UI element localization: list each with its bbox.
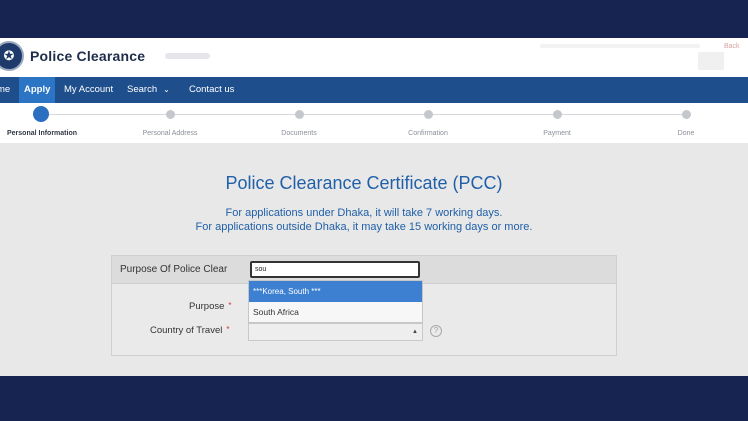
blurred-text: [165, 53, 210, 59]
step-dot-payment: [553, 110, 562, 119]
step-dot-confirmation: [424, 110, 433, 119]
step-dot-done: [682, 110, 691, 119]
country-dropdown-list: ***Korea, South *** South Africa: [248, 280, 423, 323]
step-dot-personal-address: [166, 110, 175, 119]
country-label: Country of Travel *: [150, 325, 229, 336]
step-label-payment: Payment: [543, 130, 571, 137]
steps-connector: [40, 114, 690, 115]
chevron-down-icon: ⌄: [163, 85, 170, 94]
nav-search-label: Search: [127, 84, 158, 95]
panel-title: Purpose Of Police Clear: [120, 264, 228, 275]
step-label-personal-information: Personal Information: [6, 130, 78, 137]
step-label-confirmation: Confirmation: [408, 130, 448, 137]
nav-apply[interactable]: Apply: [19, 77, 56, 103]
nav-home[interactable]: me: [0, 77, 10, 103]
police-logo-icon[interactable]: ✪: [0, 41, 24, 71]
back-link[interactable]: Back: [724, 43, 740, 50]
country-of-travel-select[interactable]: ▲: [248, 323, 423, 341]
site-title[interactable]: Police Clearance: [30, 48, 145, 64]
nav-search[interactable]: Search ⌄: [127, 77, 170, 103]
question-icon[interactable]: ?: [430, 325, 442, 337]
country-label-text: Country of Travel: [150, 325, 223, 336]
country-search-input[interactable]: [250, 261, 420, 278]
required-mark: *: [226, 325, 230, 334]
step-label-documents: Documents: [281, 130, 317, 137]
info-dhaka: For applications under Dhaka, it will ta…: [225, 207, 503, 219]
site-header: ✪ Police Clearance Back: [0, 38, 748, 77]
required-mark: *: [228, 301, 232, 310]
dropdown-option-korea-south[interactable]: ***Korea, South ***: [249, 281, 422, 302]
blurred-box: [698, 52, 724, 70]
page-title: Police Clearance Certificate (PCC): [225, 173, 503, 193]
dropdown-option-south-africa[interactable]: South Africa: [249, 302, 422, 323]
info-outside-dhaka: For applications outside Dhaka, it may t…: [195, 221, 533, 233]
nav-my-account[interactable]: My Account: [64, 77, 113, 103]
purpose-label-text: Purpose: [189, 301, 225, 312]
blurred-text: [540, 44, 700, 48]
step-label-done: Done: [677, 130, 695, 137]
caret-up-icon: ▲: [412, 329, 418, 335]
purpose-label: Purpose *: [189, 301, 232, 312]
main-nav: me Apply My Account Search ⌄ Contact us: [0, 77, 748, 103]
step-label-personal-address: Personal Address: [142, 130, 198, 137]
step-dot-personal-information: [33, 106, 49, 122]
step-dot-documents: [295, 110, 304, 119]
nav-contact-us[interactable]: Contact us: [189, 77, 234, 103]
progress-steps: Personal Information Personal Address Do…: [0, 103, 748, 143]
